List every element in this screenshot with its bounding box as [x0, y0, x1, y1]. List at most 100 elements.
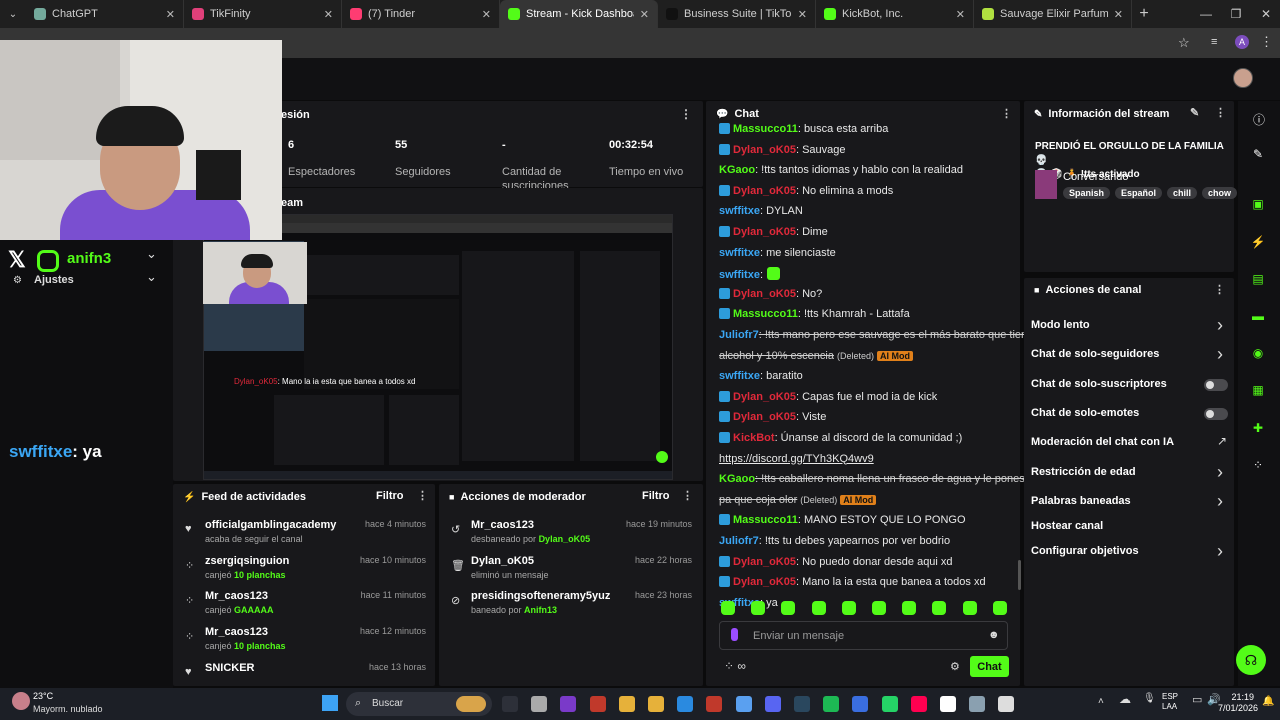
chat-settings-icon[interactable]: ⚙: [950, 660, 960, 673]
chevron-right-icon[interactable]: ›: [1217, 541, 1223, 562]
taskbar-app-icon[interactable]: [706, 696, 723, 712]
new-tab-button[interactable]: +: [1132, 0, 1156, 28]
browser-tab[interactable]: Business Suite | TikTok ✕: [658, 0, 816, 28]
stream-info-menu-icon[interactable]: ⋮: [1215, 106, 1226, 119]
tab-close-icon[interactable]: ✕: [1114, 8, 1123, 21]
browser-tab[interactable]: Sauvage Elixir Parfum DIOR | fa ✕: [974, 0, 1132, 28]
pen-icon[interactable]: ✎: [1253, 147, 1263, 161]
more-icon[interactable]: ⁘: [1246, 453, 1270, 477]
chat-menu-icon[interactable]: ⋮: [1001, 107, 1012, 120]
chevron-right-icon[interactable]: ›: [1217, 315, 1223, 336]
chat-popout-icon[interactable]: ▬: [1246, 304, 1270, 328]
chevron-down-icon-2[interactable]: ⌄: [146, 269, 157, 285]
taskbar-app-icon[interactable]: [648, 696, 664, 712]
list-item[interactable]: 🗑 Dylan_oK05 eliminó un mensaje hace 22 hor…: [451, 555, 692, 580]
tools-icon[interactable]: ✚: [1246, 416, 1270, 440]
browser-menu-icon[interactable]: ⋮: [1260, 34, 1273, 50]
taskbar-app-icon[interactable]: [560, 696, 577, 712]
stream-tag[interactable]: Español: [1115, 187, 1163, 199]
chat-username[interactable]: KickBot: [733, 432, 775, 444]
list-item[interactable]: ⁘ Mr_caos123 canjeó GAAAAA hace 11 minutos: [185, 590, 426, 615]
browser-tab[interactable]: Stream - Kick Dashboard ✕: [500, 0, 658, 28]
clip-icon[interactable]: ▣: [1246, 192, 1270, 216]
taskbar-app-icon[interactable]: [502, 696, 518, 712]
notes-icon[interactable]: ▤: [1246, 267, 1270, 291]
tray-cloud-icon[interactable]: ☁: [1119, 692, 1131, 706]
channel-action[interactable]: Modo lento: [1031, 319, 1090, 331]
points-icon[interactable]: ⁘ ∞: [724, 659, 746, 673]
tab-close-icon[interactable]: ✕: [166, 8, 175, 21]
chevron-right-icon[interactable]: ›: [1217, 462, 1223, 483]
chat-username[interactable]: Massucco11: [733, 308, 798, 320]
mic-icon[interactable]: [731, 628, 738, 641]
minimize-button[interactable]: —: [1190, 0, 1222, 28]
browser-tab[interactable]: ChatGPT ✕: [26, 0, 184, 28]
emote-button[interactable]: [872, 601, 886, 615]
chat-username[interactable]: swffitxe: [719, 247, 760, 259]
list-item[interactable]: ⊘ presidingsofteneramy5yuz baneado por Ani…: [451, 590, 692, 615]
list-item[interactable]: ⁘ Mr_caos123 canjeó 10 planchas hace 12 min…: [185, 626, 426, 651]
tab-close-icon[interactable]: ✕: [956, 8, 965, 21]
windows-start-icon[interactable]: [322, 695, 338, 711]
chat-input[interactable]: Enviar un mensaje ☻: [719, 621, 1008, 650]
stream-tag[interactable]: chill: [1167, 187, 1198, 199]
chat-username[interactable]: Dylan_oK05: [733, 226, 796, 238]
taskbar-app-icon[interactable]: [677, 696, 694, 712]
list-item[interactable]: ↺ Mr_caos123 desbaneado por Dylan_oK05 hace…: [451, 519, 692, 544]
chat-username[interactable]: Dylan_oK05: [733, 411, 796, 423]
notification-bell-icon[interactable]: 🔔: [1262, 696, 1274, 707]
list-item[interactable]: ♥ SNICKER hace 13 horas: [185, 662, 426, 678]
flash-icon[interactable]: ⚡: [1246, 230, 1270, 254]
taskbar-app-icon[interactable]: [618, 696, 635, 712]
taskbar-app-icon[interactable]: [764, 696, 781, 712]
language-indicator[interactable]: ESP LAA: [1162, 692, 1178, 712]
external-link-icon[interactable]: ↗: [1217, 434, 1227, 448]
mod-filter-button[interactable]: Filtro: [642, 490, 670, 502]
emoji-icon[interactable]: ☻: [988, 629, 1000, 641]
chat-username[interactable]: Juliofr7: [719, 329, 759, 341]
channel-action[interactable]: Chat de solo-seguidores: [1031, 348, 1159, 360]
tab-close-icon[interactable]: ✕: [482, 8, 491, 21]
stream-tag[interactable]: chow: [1202, 187, 1238, 199]
chat-username[interactable]: Dylan_oK05: [733, 556, 796, 568]
stream-tag[interactable]: Spanish: [1063, 187, 1111, 199]
channel-action[interactable]: Configurar objetivos: [1031, 545, 1139, 557]
emote-button[interactable]: [992, 601, 1007, 615]
edit-stream-icon[interactable]: ✎: [1190, 106, 1199, 119]
close-window-button[interactable]: ✕: [1250, 0, 1280, 28]
channel-action[interactable]: Chat de solo-suscriptores: [1031, 378, 1167, 390]
emote-button[interactable]: [781, 601, 796, 615]
list-item[interactable]: ⁘ zsergiqsinguion canjeó 10 planchas hace 1…: [185, 555, 426, 580]
channel-action[interactable]: Chat de solo-emotes: [1031, 407, 1139, 419]
emote-button[interactable]: [721, 601, 735, 615]
taskbar-app-icon[interactable]: [969, 696, 986, 712]
emote-button[interactable]: [841, 601, 856, 615]
media-control-icon[interactable]: ≡: [1211, 36, 1217, 48]
taskbar-app-icon[interactable]: [589, 696, 606, 712]
browser-tab[interactable]: (7) Tinder ✕: [342, 0, 500, 28]
taskbar-app-icon[interactable]: [735, 696, 752, 712]
chat-username[interactable]: Massucco11: [733, 514, 798, 526]
layout-icon[interactable]: ▦: [1246, 378, 1270, 402]
tab-close-icon[interactable]: ✕: [798, 8, 807, 21]
taskbar-app-icon[interactable]: [531, 696, 548, 712]
channel-action[interactable]: Hostear canal: [1031, 520, 1103, 532]
toggle-switch[interactable]: [1204, 408, 1228, 420]
channel-action[interactable]: Palabras baneadas: [1031, 495, 1131, 507]
send-chat-button[interactable]: Chat: [970, 656, 1009, 677]
channel-actions-menu-icon[interactable]: ⋮: [1214, 283, 1225, 296]
chat-username[interactable]: Massucco11: [733, 123, 798, 135]
clock[interactable]: 21:19 7/01/2026: [1218, 692, 1258, 714]
toggle-switch[interactable]: [1204, 379, 1228, 391]
chat-username[interactable]: Dylan_oK05: [733, 288, 796, 300]
broadcast-icon[interactable]: ◉: [1246, 341, 1270, 365]
chat-username[interactable]: Dylan_oK05: [733, 391, 796, 403]
emote-button[interactable]: [902, 601, 917, 615]
chevron-down-icon[interactable]: ⌄: [146, 246, 157, 262]
profile-avatar[interactable]: A: [1235, 35, 1249, 49]
browser-tab[interactable]: TikFinity ✕: [184, 0, 342, 28]
emote-button[interactable]: [811, 601, 826, 615]
channel-action[interactable]: Moderación del chat con IA: [1031, 436, 1174, 448]
chat-username[interactable]: KGaoo: [719, 164, 755, 176]
tab-close-icon[interactable]: ✕: [640, 8, 649, 21]
